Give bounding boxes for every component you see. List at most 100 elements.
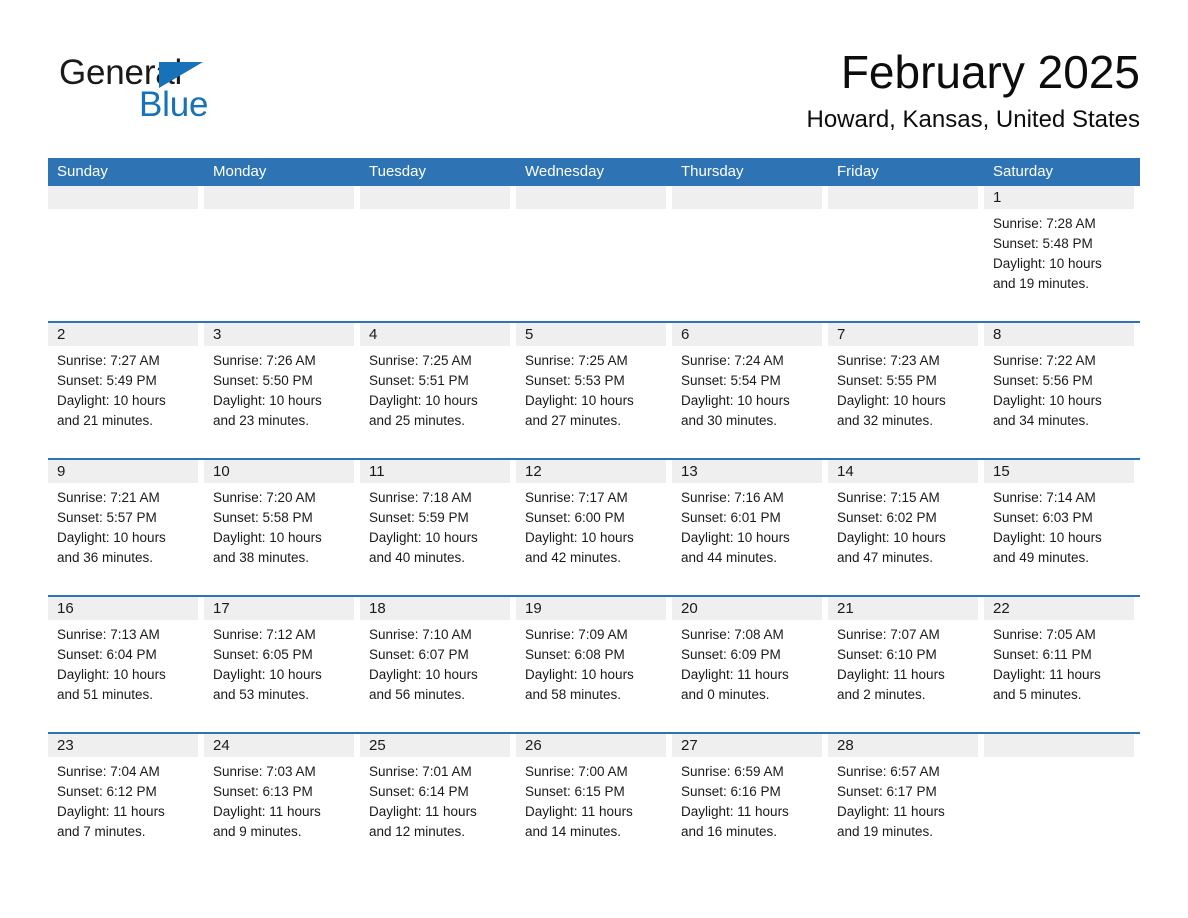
calendar-day-cell[interactable]: 11 Sunrise: 7:18 AM Sunset: 5:59 PM Dayligh… <box>360 460 516 595</box>
sunset-time: Sunset: 6:10 PM <box>837 647 937 662</box>
page-header: General Blue February 2025 Howard, Kansa… <box>48 44 1140 154</box>
day-number: 15 <box>993 463 1010 480</box>
daylight-duration-line2: and 51 minutes. <box>57 687 154 702</box>
day-number-band <box>360 186 510 209</box>
calendar-day-cell[interactable]: 18 Sunrise: 7:10 AM Sunset: 6:07 PM Dayligh… <box>360 597 516 732</box>
calendar-day-cell[interactable]: 12 Sunrise: 7:17 AM Sunset: 6:00 PM Dayligh… <box>516 460 672 595</box>
day-sun-info: Sunrise: 7:27 AM Sunset: 5:49 PM Daylight:… <box>48 346 200 431</box>
sunrise-time: Sunrise: 7:18 AM <box>369 490 472 505</box>
calendar-weeks: 1 Sunrise: 7:28 AM Sunset: 5:48 PM Daylight… <box>48 186 1140 864</box>
daylight-duration-line2: and 14 minutes. <box>525 824 622 839</box>
calendar-day-cell[interactable]: 9 Sunrise: 7:21 AM Sunset: 5:57 PM Daylight… <box>48 460 204 595</box>
day-sun-info: Sunrise: 7:14 AM Sunset: 6:03 PM Daylight:… <box>984 483 1136 568</box>
calendar-week-row: 16 Sunrise: 7:13 AM Sunset: 6:04 PM Dayligh… <box>48 595 1140 732</box>
day-number: 4 <box>369 326 378 343</box>
sunset-time: Sunset: 5:49 PM <box>57 373 157 388</box>
daylight-duration-line2: and 7 minutes. <box>57 824 146 839</box>
weekday-header-friday: Friday <box>837 163 879 180</box>
daylight-duration-line1: Daylight: 10 hours <box>369 393 478 408</box>
day-number-band: 6 <box>672 323 822 346</box>
daylight-duration-line2: and 25 minutes. <box>369 413 466 428</box>
calendar-day-cell[interactable]: 4 Sunrise: 7:25 AM Sunset: 5:51 PM Daylight… <box>360 323 516 458</box>
calendar-day-cell[interactable]: 26 Sunrise: 7:00 AM Sunset: 6:15 PM Dayligh… <box>516 734 672 864</box>
calendar-day-cell[interactable]: 19 Sunrise: 7:09 AM Sunset: 6:08 PM Dayligh… <box>516 597 672 732</box>
calendar-week-row: 2 Sunrise: 7:27 AM Sunset: 5:49 PM Daylight… <box>48 321 1140 458</box>
day-number-band: 15 <box>984 460 1134 483</box>
daylight-duration-line1: Daylight: 10 hours <box>837 530 946 545</box>
daylight-duration-line2: and 2 minutes. <box>837 687 926 702</box>
calendar-day-cell[interactable]: 3 Sunrise: 7:26 AM Sunset: 5:50 PM Daylight… <box>204 323 360 458</box>
calendar-day-cell[interactable]: 25 Sunrise: 7:01 AM Sunset: 6:14 PM Dayligh… <box>360 734 516 864</box>
calendar-day-cell[interactable]: 16 Sunrise: 7:13 AM Sunset: 6:04 PM Dayligh… <box>48 597 204 732</box>
calendar-day-cell[interactable]: 1 Sunrise: 7:28 AM Sunset: 5:48 PM Daylight… <box>984 186 1140 321</box>
calendar-day-cell[interactable]: 14 Sunrise: 7:15 AM Sunset: 6:02 PM Dayligh… <box>828 460 984 595</box>
daylight-duration-line2: and 44 minutes. <box>681 550 778 565</box>
day-number-band: 9 <box>48 460 198 483</box>
sunset-time: Sunset: 6:13 PM <box>213 784 313 799</box>
daylight-duration-line2: and 9 minutes. <box>213 824 302 839</box>
day-number: 19 <box>525 600 542 617</box>
calendar-day-cell[interactable]: 20 Sunrise: 7:08 AM Sunset: 6:09 PM Dayligh… <box>672 597 828 732</box>
daylight-duration-line2: and 42 minutes. <box>525 550 622 565</box>
day-number-band <box>516 186 666 209</box>
calendar-day-cell[interactable]: 5 Sunrise: 7:25 AM Sunset: 5:53 PM Daylight… <box>516 323 672 458</box>
weekday-header-saturday: Saturday <box>993 163 1054 180</box>
calendar-day-cell[interactable]: 10 Sunrise: 7:20 AM Sunset: 5:58 PM Dayligh… <box>204 460 360 595</box>
day-sun-info <box>828 209 980 214</box>
day-number-band: 5 <box>516 323 666 346</box>
day-number-band: 2 <box>48 323 198 346</box>
sunrise-time: Sunrise: 7:28 AM <box>993 216 1096 231</box>
calendar-grid: Sunday Monday Tuesday Wednesday Thursday… <box>48 158 1140 864</box>
weekday-header-monday: Monday <box>213 163 267 180</box>
sunset-time: Sunset: 6:12 PM <box>57 784 157 799</box>
calendar-day-cell[interactable]: 27 Sunrise: 6:59 AM Sunset: 6:16 PM Dayligh… <box>672 734 828 864</box>
day-number: 14 <box>837 463 854 480</box>
day-number-band: 21 <box>828 597 978 620</box>
calendar-day-cell[interactable]: 17 Sunrise: 7:12 AM Sunset: 6:05 PM Dayligh… <box>204 597 360 732</box>
sunrise-time: Sunrise: 7:15 AM <box>837 490 940 505</box>
calendar-day-cell[interactable]: 22 Sunrise: 7:05 AM Sunset: 6:11 PM Dayligh… <box>984 597 1140 732</box>
calendar-day-cell[interactable]: 8 Sunrise: 7:22 AM Sunset: 5:56 PM Daylight… <box>984 323 1140 458</box>
calendar-day-cell[interactable]: 2 Sunrise: 7:27 AM Sunset: 5:49 PM Daylight… <box>48 323 204 458</box>
sunset-time: Sunset: 5:48 PM <box>993 236 1093 251</box>
calendar-page: General Blue February 2025 Howard, Kansa… <box>0 0 1188 918</box>
sunrise-time: Sunrise: 7:10 AM <box>369 627 472 642</box>
calendar-day-cell[interactable]: 23 Sunrise: 7:04 AM Sunset: 6:12 PM Dayligh… <box>48 734 204 864</box>
calendar-day-cell[interactable]: 15 Sunrise: 7:14 AM Sunset: 6:03 PM Dayligh… <box>984 460 1140 595</box>
day-sun-info: Sunrise: 7:17 AM Sunset: 6:00 PM Daylight:… <box>516 483 668 568</box>
daylight-duration-line1: Daylight: 10 hours <box>57 393 166 408</box>
sunset-time: Sunset: 6:17 PM <box>837 784 937 799</box>
day-sun-info <box>204 209 356 214</box>
calendar-day-cell[interactable]: 28 Sunrise: 6:57 AM Sunset: 6:17 PM Dayligh… <box>828 734 984 864</box>
day-number-band: 18 <box>360 597 510 620</box>
day-number: 6 <box>681 326 690 343</box>
calendar-day-cell[interactable]: 24 Sunrise: 7:03 AM Sunset: 6:13 PM Dayligh… <box>204 734 360 864</box>
daylight-duration-line1: Daylight: 10 hours <box>213 393 322 408</box>
sunrise-time: Sunrise: 7:21 AM <box>57 490 160 505</box>
calendar-day-cell[interactable]: 6 Sunrise: 7:24 AM Sunset: 5:54 PM Daylight… <box>672 323 828 458</box>
day-sun-info: Sunrise: 7:16 AM Sunset: 6:01 PM Daylight:… <box>672 483 824 568</box>
day-sun-info: Sunrise: 7:04 AM Sunset: 6:12 PM Daylight:… <box>48 757 200 842</box>
page-title: February 2025 <box>840 46 1140 98</box>
calendar-day-cell[interactable]: 13 Sunrise: 7:16 AM Sunset: 6:01 PM Dayligh… <box>672 460 828 595</box>
calendar-day-cell[interactable]: 7 Sunrise: 7:23 AM Sunset: 5:55 PM Daylight… <box>828 323 984 458</box>
daylight-duration-line2: and 21 minutes. <box>57 413 154 428</box>
daylight-duration-line2: and 19 minutes. <box>993 276 1090 291</box>
day-number: 5 <box>525 326 534 343</box>
day-sun-info: Sunrise: 7:12 AM Sunset: 6:05 PM Daylight:… <box>204 620 356 705</box>
day-sun-info: Sunrise: 7:07 AM Sunset: 6:10 PM Daylight:… <box>828 620 980 705</box>
sunset-time: Sunset: 6:00 PM <box>525 510 625 525</box>
daylight-duration-line1: Daylight: 10 hours <box>993 393 1102 408</box>
day-number-band: 1 <box>984 186 1134 209</box>
sunset-time: Sunset: 5:58 PM <box>213 510 313 525</box>
daylight-duration-line2: and 47 minutes. <box>837 550 934 565</box>
day-sun-info <box>360 209 512 214</box>
sunset-time: Sunset: 6:11 PM <box>993 647 1092 662</box>
day-number-band: 7 <box>828 323 978 346</box>
day-sun-info: Sunrise: 7:08 AM Sunset: 6:09 PM Daylight:… <box>672 620 824 705</box>
day-sun-info: Sunrise: 7:24 AM Sunset: 5:54 PM Daylight:… <box>672 346 824 431</box>
day-number-band: 28 <box>828 734 978 757</box>
day-sun-info: Sunrise: 6:57 AM Sunset: 6:17 PM Daylight:… <box>828 757 980 842</box>
calendar-day-cell[interactable]: 21 Sunrise: 7:07 AM Sunset: 6:10 PM Dayligh… <box>828 597 984 732</box>
day-number: 8 <box>993 326 1002 343</box>
